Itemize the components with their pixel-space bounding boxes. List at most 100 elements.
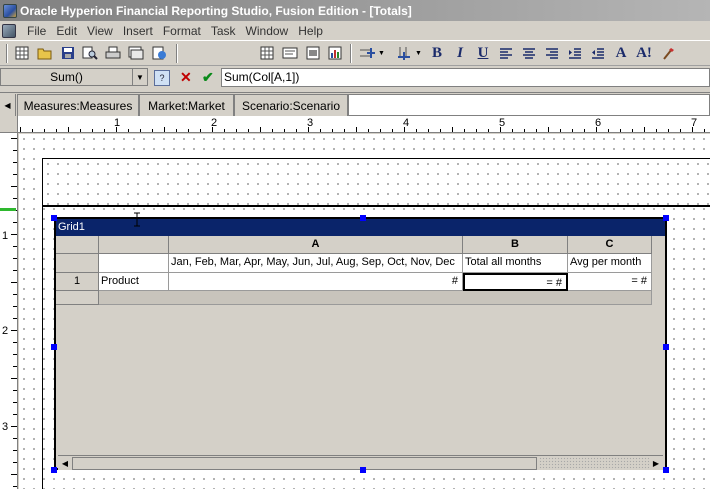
page-header-band[interactable] (42, 158, 710, 206)
ruler-tick (176, 129, 177, 132)
resize-handle[interactable] (663, 467, 669, 473)
menu-format[interactable]: Format (158, 24, 206, 38)
font-icon[interactable]: A (612, 44, 630, 62)
decrease-indent-icon[interactable] (566, 44, 584, 62)
ruler-tick (308, 127, 309, 132)
menu-file[interactable]: File (22, 24, 51, 38)
menu-window[interactable]: Window (241, 24, 294, 38)
resize-handle[interactable] (663, 215, 669, 221)
italic-icon[interactable]: I (451, 44, 469, 62)
tab-measures[interactable]: Measures:Measures (17, 94, 139, 116)
row-label-cell[interactable]: Product (99, 273, 169, 291)
resize-handle[interactable] (51, 344, 57, 350)
ruler-tick (236, 129, 237, 132)
chevron-down-icon[interactable]: ▼ (132, 69, 147, 85)
ruler-tick (332, 129, 333, 132)
ruler-tick (32, 129, 33, 132)
scroll-left-icon[interactable]: ◀ (0, 94, 16, 116)
column-a-member-cell[interactable]: Jan, Feb, Mar, Apr, May, Jun, Jul, Aug, … (169, 254, 463, 273)
blank-header-cell[interactable] (99, 254, 169, 273)
row-number-cell[interactable]: 1 (56, 273, 99, 291)
increase-indent-icon[interactable] (589, 44, 607, 62)
image-icon[interactable] (304, 44, 322, 62)
data-cell-b1-selected[interactable]: = # (463, 273, 568, 291)
underline-icon[interactable]: U (474, 44, 492, 62)
data-cell-c1[interactable]: = # (568, 273, 652, 291)
menu-view[interactable]: View (82, 24, 118, 38)
print-icon[interactable] (104, 44, 122, 62)
resize-handle[interactable] (51, 215, 57, 221)
dimension-tab-bar: ◀ Measures:Measures Market:Market Scenar… (0, 92, 710, 116)
resize-handle[interactable] (360, 467, 366, 473)
open-icon[interactable] (36, 44, 54, 62)
ruler-tick (620, 129, 621, 132)
insert-grid-icon[interactable] (13, 44, 31, 62)
grid-corner-cell[interactable] (56, 236, 99, 254)
column-c-member-cell[interactable]: Avg per month (568, 254, 652, 273)
tab-market[interactable]: Market:Market (139, 94, 234, 116)
column-b-member-cell[interactable]: Total all months (463, 254, 568, 273)
function-select[interactable]: Sum() ▼ (0, 68, 148, 86)
align-left-icon[interactable] (497, 44, 515, 62)
text-icon[interactable] (281, 44, 299, 62)
ruler-tick (692, 127, 693, 132)
column-header-c[interactable]: C (568, 236, 652, 254)
scrollbar-track[interactable] (539, 457, 649, 470)
menu-insert[interactable]: Insert (118, 24, 158, 38)
print-preview-icon[interactable] (81, 44, 99, 62)
tab-scenario[interactable]: Scenario:Scenario (234, 94, 348, 116)
insert-row-icon[interactable]: ▼ (357, 44, 387, 62)
align-center-icon[interactable] (520, 44, 538, 62)
menu-help[interactable]: Help (293, 24, 328, 38)
tab-bar-blank (348, 94, 710, 116)
page-border (42, 206, 43, 489)
chart-icon[interactable] (326, 44, 344, 62)
menu-edit[interactable]: Edit (51, 24, 82, 38)
cancel-icon[interactable]: ✕ (180, 69, 192, 86)
scrollbar-thumb[interactable] (72, 457, 537, 470)
export-icon[interactable] (150, 44, 168, 62)
ruler-tick (13, 366, 17, 367)
data-cell-a1[interactable]: # (169, 273, 463, 291)
formula-input[interactable]: Sum(Col[A,1]) (221, 68, 710, 87)
insert-column-icon[interactable]: ▼ (394, 44, 424, 62)
web-preview-icon[interactable] (127, 44, 145, 62)
ruler-tick (13, 486, 17, 487)
band-marker (0, 207, 16, 212)
ruler-tick (164, 127, 165, 132)
ruler-tick (392, 129, 393, 132)
window-title: Oracle Hyperion Financial Reporting Stud… (20, 3, 412, 18)
ruler-label: 1 (2, 230, 9, 242)
ruler-label: 3 (2, 421, 9, 433)
resize-handle[interactable] (51, 467, 57, 473)
scroll-right-icon[interactable]: ▶ (650, 457, 662, 470)
align-right-icon[interactable] (543, 44, 561, 62)
ruler-tick (11, 474, 17, 475)
save-icon[interactable] (59, 44, 77, 62)
format-painter-icon[interactable] (659, 44, 677, 62)
column-header-b[interactable]: B (463, 236, 568, 254)
accept-icon[interactable]: ✔ (202, 69, 214, 86)
row-number-cell[interactable] (56, 291, 99, 305)
ruler-tick (296, 129, 297, 132)
resize-handle[interactable] (360, 215, 366, 221)
scroll-left-icon[interactable]: ◀ (59, 457, 71, 470)
menu-task[interactable]: Task (206, 24, 241, 38)
ruler-tick (13, 318, 17, 319)
grid-object[interactable]: Grid1 A B C Jan, Feb, Mar, Apr, May, Jun… (54, 217, 667, 470)
ruler-label: 2 (2, 325, 9, 337)
column-header-a[interactable]: A (169, 236, 463, 254)
ruler-tick (356, 127, 357, 132)
function-help-icon[interactable]: ? (154, 70, 170, 86)
row-header-column[interactable] (99, 236, 169, 254)
resize-handle[interactable] (663, 344, 669, 350)
bold-icon[interactable]: B (428, 44, 446, 62)
document-icon[interactable] (2, 23, 16, 38)
toolbar-separator (6, 44, 8, 63)
row-number-cell[interactable] (56, 254, 99, 273)
ruler-tick (260, 127, 261, 132)
grid-icon[interactable] (258, 44, 276, 62)
font-size-icon[interactable]: A! (635, 44, 653, 62)
ruler-tick (608, 129, 609, 132)
grid-title[interactable]: Grid1 (56, 219, 665, 236)
